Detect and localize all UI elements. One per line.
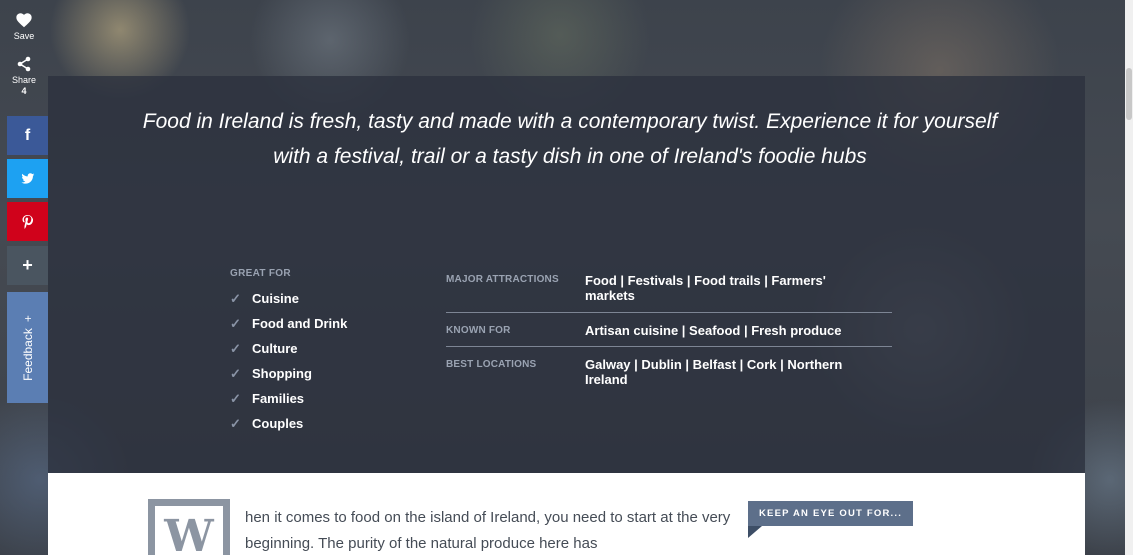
article-content: W hen it comes to food on the island of …	[48, 473, 1085, 555]
scrollbar-thumb[interactable]	[1126, 68, 1132, 120]
drop-cap-letter: W	[164, 511, 214, 555]
check-icon: ✓	[230, 340, 241, 356]
share-label: Share	[11, 75, 37, 85]
keep-an-eye-out-tag: KEEP AN EYE OUT FOR...	[748, 501, 914, 526]
facts-table: MAJOR ATTRACTIONS Food | Festivals | Foo…	[446, 268, 892, 397]
great-for-title: GREAT FOR	[230, 268, 291, 279]
fact-value: Food | Festivals | Food trails | Farmers…	[585, 273, 826, 303]
fact-label: MAJOR ATTRACTIONS	[446, 274, 559, 285]
heart-icon	[16, 13, 32, 28]
fact-value: Artisan cuisine | Seafood | Fresh produc…	[585, 323, 842, 338]
fact-label: KNOWN FOR	[446, 325, 511, 336]
great-for-item-label: Culture	[252, 341, 298, 356]
great-for-item: ✓ Families	[230, 386, 347, 411]
great-for-item: ✓ Culture	[230, 336, 347, 361]
intro-text: Food in Ireland is fresh, tasty and made…	[142, 110, 998, 168]
check-icon: ✓	[230, 365, 241, 381]
share-button[interactable]: Share 4	[0, 56, 48, 112]
great-for-item: ✓ Cuisine	[230, 286, 347, 311]
great-for-item-label: Cuisine	[252, 291, 299, 306]
feedback-plus-icon: +	[20, 314, 35, 322]
twitter-icon	[20, 172, 34, 184]
save-button[interactable]: Save	[0, 12, 48, 52]
great-for-item-label: Food and Drink	[252, 316, 348, 331]
feedback-tab[interactable]: Feedback +	[7, 292, 48, 403]
fact-label: BEST LOCATIONS	[446, 359, 537, 370]
tag-tail	[748, 526, 762, 538]
fact-row-known-for: KNOWN FOR Artisan cuisine | Seafood | Fr…	[446, 313, 892, 347]
feedback-label: Feedback	[20, 327, 35, 381]
great-for-item: ✓ Couples	[230, 411, 347, 436]
article-paragraph: hen it comes to food on the island of Ir…	[245, 509, 731, 552]
pinterest-icon	[22, 214, 33, 229]
plus-icon: +	[22, 255, 33, 275]
check-icon: ✓	[230, 315, 241, 331]
page-scrollbar[interactable]	[1125, 0, 1133, 555]
fact-value: Galway | Dublin | Belfast | Cork | North…	[585, 357, 843, 387]
more-share-button[interactable]: +	[7, 246, 48, 285]
great-for-item-label: Families	[252, 391, 305, 406]
facebook-share-button[interactable]: f	[7, 116, 48, 155]
great-for-item: ✓ Food and Drink	[230, 311, 347, 336]
check-icon: ✓	[230, 290, 241, 306]
great-for-item: ✓ Shopping	[230, 361, 347, 386]
facebook-icon: f	[24, 126, 31, 144]
great-for-item-label: Couples	[252, 416, 304, 431]
drop-cap: W	[148, 499, 230, 555]
fact-row-major-attractions: MAJOR ATTRACTIONS Food | Festivals | Foo…	[446, 268, 892, 313]
fact-row-best-locations: BEST LOCATIONS Galway | Dublin | Belfast…	[446, 347, 892, 397]
check-icon: ✓	[230, 415, 241, 431]
share-icon	[17, 56, 31, 72]
share-count: 4	[21, 86, 27, 96]
save-label: Save	[13, 31, 35, 41]
pinterest-share-button[interactable]	[7, 202, 48, 241]
great-for-list: ✓ Cuisine ✓ Food and Drink ✓ Culture ✓ Shopp…	[230, 286, 347, 436]
twitter-share-button[interactable]	[7, 159, 48, 198]
great-for-item-label: Shopping	[252, 366, 312, 381]
check-icon: ✓	[230, 390, 241, 406]
